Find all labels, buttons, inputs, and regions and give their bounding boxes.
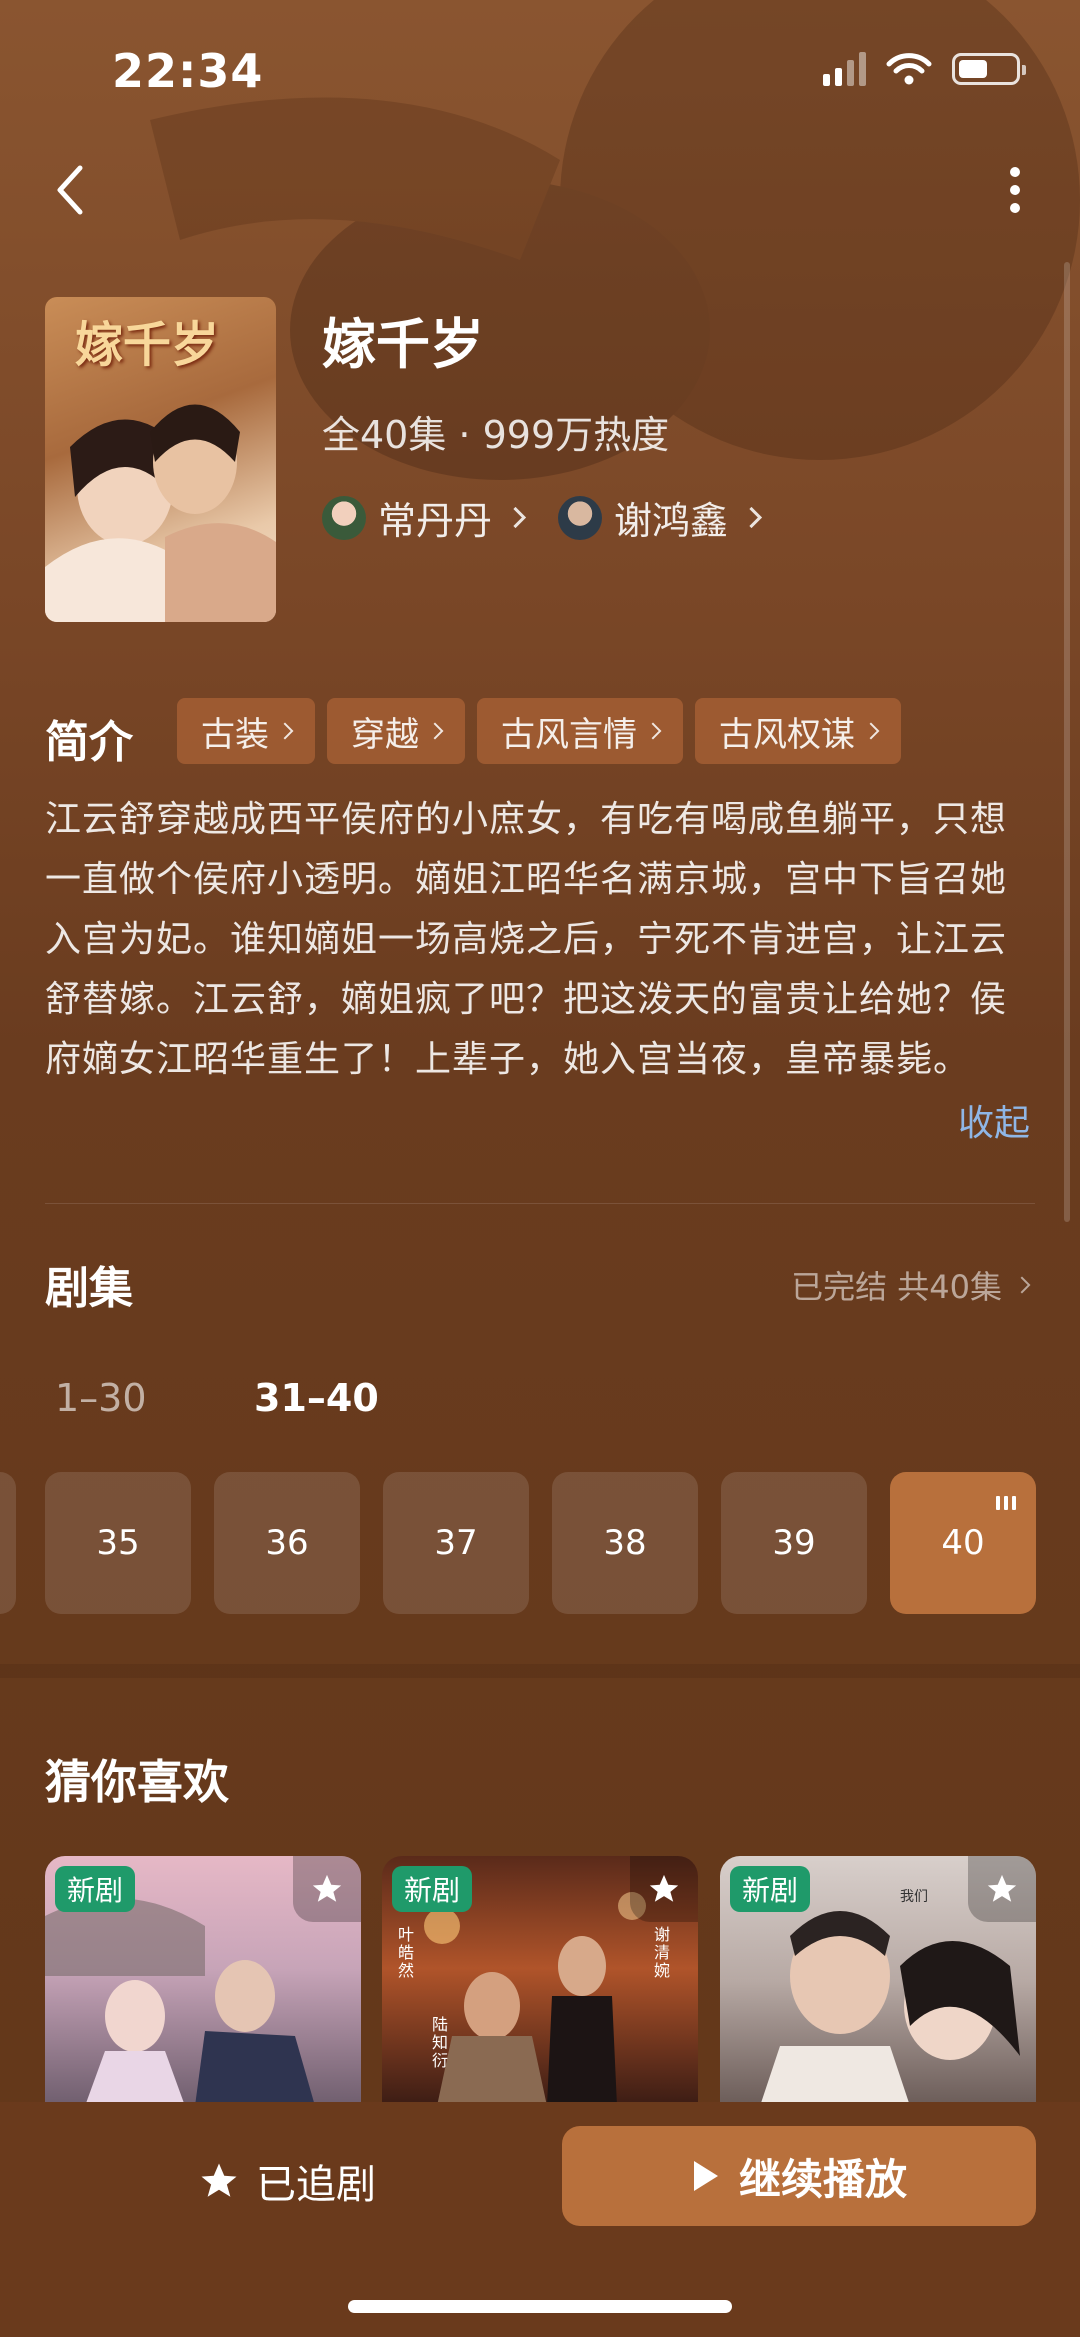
chevron-right-icon bbox=[276, 722, 294, 740]
poster-text: 我们 bbox=[900, 1889, 928, 1905]
episodes-heading: 剧集 bbox=[45, 1263, 133, 1314]
divider bbox=[45, 1203, 1035, 1204]
chevron-right-icon bbox=[504, 506, 527, 529]
episodes-status-link[interactable]: 已完结 共40集 bbox=[791, 1262, 1031, 1308]
home-indicator[interactable] bbox=[348, 2300, 732, 2313]
episode-button-current[interactable]: 40 bbox=[890, 1472, 1036, 1614]
tag-label: 古风言情 bbox=[501, 714, 637, 755]
section-separator bbox=[0, 1664, 1080, 1678]
playing-indicator-icon bbox=[996, 1496, 1016, 1510]
tag-label: 古风权谋 bbox=[719, 714, 855, 755]
poster-text: 陆知衍 bbox=[432, 2015, 449, 2070]
back-icon[interactable] bbox=[50, 160, 90, 220]
chevron-right-icon bbox=[644, 722, 662, 740]
intro-heading: 简介 bbox=[45, 717, 133, 768]
poster-title: 嫁千岁 bbox=[75, 317, 220, 373]
follow-button[interactable]: 已追剧 bbox=[198, 2152, 376, 2210]
tag-list: 古装 穿越 古风言情 古风权谋 bbox=[177, 698, 901, 764]
description-text: 江云舒穿越成西平侯府的小庶女，有吃有喝咸鱼躺平，只想一直做个侯府小透明。嫡姐江昭… bbox=[45, 799, 1008, 1080]
episode-button-partial[interactable] bbox=[0, 1472, 16, 1614]
recommend-card-2[interactable]: 新剧 叶皓然 陆知衍 谢清婉 bbox=[382, 1856, 698, 2106]
episodes-status-text: 已完结 共40集 bbox=[791, 1268, 1002, 1306]
status-bar: 22:34 bbox=[0, 0, 1080, 140]
episode-number: 35 bbox=[96, 1523, 140, 1563]
episode-button[interactable]: 36 bbox=[214, 1472, 360, 1614]
episode-button[interactable]: 38 bbox=[552, 1472, 698, 1614]
star-icon[interactable] bbox=[968, 1856, 1036, 1922]
avatar bbox=[322, 495, 366, 540]
continue-play-button[interactable]: 继续播放 bbox=[562, 2126, 1036, 2226]
tag-chip[interactable]: 穿越 bbox=[327, 698, 465, 764]
drama-title: 嫁千岁 bbox=[322, 313, 484, 376]
tag-chip[interactable]: 古装 bbox=[177, 698, 315, 764]
new-badge: 新剧 bbox=[392, 1866, 473, 1912]
actor-name: 谢鸿鑫 bbox=[614, 499, 729, 543]
episode-number: 40 bbox=[941, 1523, 985, 1563]
tag-label: 古装 bbox=[201, 714, 269, 755]
collapse-link[interactable]: 收起 bbox=[958, 1094, 1030, 1146]
star-icon[interactable] bbox=[630, 1856, 698, 1922]
tag-chip[interactable]: 古风言情 bbox=[477, 698, 683, 764]
episode-number: 39 bbox=[772, 1523, 816, 1563]
chevron-right-icon bbox=[426, 722, 444, 740]
more-options-icon[interactable] bbox=[1000, 160, 1030, 220]
episode-button[interactable]: 35 bbox=[45, 1472, 191, 1614]
new-badge: 新剧 bbox=[55, 1866, 136, 1912]
tag-chip[interactable]: 古风权谋 bbox=[695, 698, 901, 764]
episode-button[interactable]: 39 bbox=[721, 1472, 867, 1614]
wifi-icon bbox=[886, 53, 932, 85]
range-tab-31-40[interactable]: 31–40 bbox=[254, 1376, 379, 1420]
follow-label: 已追剧 bbox=[256, 2162, 376, 2208]
status-time: 22:34 bbox=[112, 44, 264, 98]
page: 22:34 嫁千岁 嫁千岁 全40集 · 999万热度 常丹丹 谢鸿鑫 简介 古… bbox=[0, 0, 1080, 2337]
recommend-heading: 猜你喜欢 bbox=[45, 1755, 229, 1809]
episode-button[interactable]: 37 bbox=[383, 1472, 529, 1614]
continue-play-label: 继续播放 bbox=[738, 2154, 907, 2204]
episode-number: 38 bbox=[603, 1523, 647, 1563]
tag-label: 穿越 bbox=[351, 714, 419, 755]
recommend-card-1[interactable]: 新剧 bbox=[45, 1856, 361, 2106]
range-tab-1-30[interactable]: 1–30 bbox=[55, 1376, 147, 1420]
drama-meta: 全40集 · 999万热度 bbox=[322, 413, 670, 457]
new-badge: 新剧 bbox=[730, 1866, 811, 1912]
star-icon[interactable] bbox=[293, 1856, 361, 1922]
drama-poster[interactable]: 嫁千岁 bbox=[45, 297, 276, 622]
poster-text: 谢清婉 bbox=[654, 1925, 671, 1980]
star-icon bbox=[201, 2163, 237, 2197]
recommend-card-3[interactable]: 新剧 我们 bbox=[720, 1856, 1036, 2106]
scrollbar[interactable] bbox=[1064, 262, 1070, 1222]
actor-name: 常丹丹 bbox=[378, 499, 493, 543]
episode-number: 37 bbox=[434, 1523, 478, 1563]
chevron-right-icon bbox=[862, 722, 880, 740]
chevron-right-icon bbox=[1013, 1276, 1031, 1294]
signal-icon bbox=[823, 52, 866, 86]
poster-text: 叶皓然 bbox=[398, 1925, 415, 1980]
status-icons bbox=[823, 52, 1026, 86]
episode-list: 35 36 37 38 39 40 bbox=[0, 1472, 1080, 1614]
episode-number: 36 bbox=[265, 1523, 309, 1563]
avatar bbox=[558, 495, 602, 540]
battery-icon bbox=[952, 53, 1026, 85]
play-icon bbox=[693, 2161, 718, 2191]
actor-link-2[interactable]: 谢鸿鑫 bbox=[558, 490, 763, 545]
actor-link-1[interactable]: 常丹丹 bbox=[322, 490, 527, 545]
chevron-right-icon bbox=[740, 506, 763, 529]
